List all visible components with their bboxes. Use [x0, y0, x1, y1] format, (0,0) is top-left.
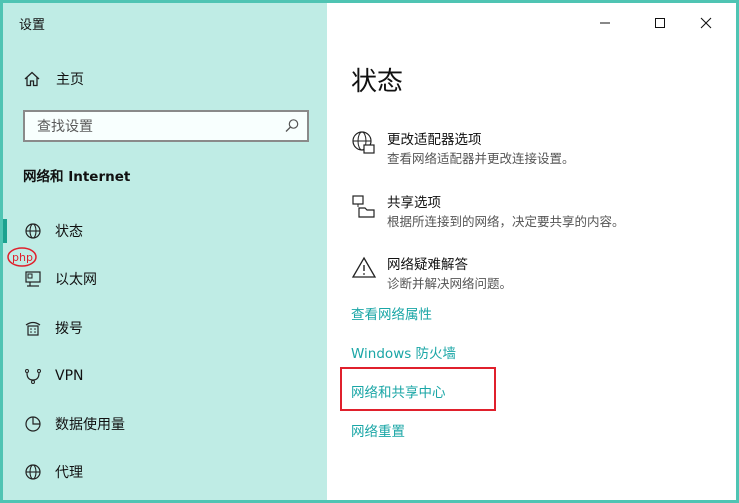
- option-troubleshoot[interactable]: 网络疑难解答 诊断并解决网络问题。: [351, 253, 731, 297]
- network-adapter-icon: [351, 130, 377, 156]
- sidebar-item-label: 代理: [55, 465, 83, 481]
- sidebar: 设置 主页 网络和 Internet 状态 以太网: [3, 3, 327, 500]
- sidebar-item-label: VPN: [55, 368, 84, 384]
- warning-icon: [351, 255, 377, 281]
- sharing-icon: [351, 193, 377, 219]
- link-windows-firewall[interactable]: Windows 防火墙: [351, 342, 456, 362]
- close-icon: [700, 14, 712, 33]
- option-desc: 根据所连接到的网络，决定要共享的内容。: [387, 214, 625, 229]
- dialup-icon: [23, 318, 43, 338]
- link-network-reset[interactable]: 网络重置: [351, 420, 405, 440]
- globe-icon: [23, 221, 43, 241]
- selection-indicator: [3, 460, 7, 484]
- maximize-icon: [654, 14, 666, 33]
- search-icon[interactable]: [283, 117, 301, 135]
- home-icon: [23, 70, 41, 88]
- sidebar-item-label: 数据使用量: [55, 417, 125, 433]
- close-button[interactable]: [694, 11, 718, 35]
- page-title: 状态: [351, 67, 404, 97]
- selection-indicator: [3, 219, 7, 243]
- window-title: 设置: [19, 18, 46, 33]
- search-box[interactable]: [23, 110, 309, 142]
- sidebar-item-proxy[interactable]: 代理: [3, 453, 327, 491]
- selection-indicator: [3, 412, 7, 436]
- sidebar-item-vpn[interactable]: VPN: [3, 357, 327, 395]
- link-network-sharing-center[interactable]: 网络和共享中心: [351, 381, 446, 401]
- content-pane: 状态 更改适配器选项 查看网络适配器并更改连接设置。 共享选项 根据所连接到的网…: [327, 3, 736, 500]
- svg-text:php: php: [12, 251, 33, 264]
- sidebar-item-label: 拨号: [55, 321, 83, 337]
- search-input[interactable]: [35, 116, 279, 138]
- option-title: 网络疑难解答: [387, 257, 468, 273]
- maximize-button[interactable]: [648, 11, 672, 35]
- sidebar-item-dialup[interactable]: 拨号: [3, 309, 327, 347]
- minimize-button[interactable]: [593, 11, 617, 35]
- watermark-logo: php: [6, 243, 86, 273]
- data-usage-icon: [23, 414, 43, 434]
- selection-indicator: [3, 364, 7, 388]
- option-sharing[interactable]: 共享选项 根据所连接到的网络，决定要共享的内容。: [351, 191, 731, 235]
- selection-indicator: [3, 316, 7, 340]
- option-title: 共享选项: [387, 195, 441, 211]
- proxy-globe-icon: [23, 462, 43, 482]
- sidebar-item-label: 状态: [55, 224, 83, 240]
- option-desc: 查看网络适配器并更改连接设置。: [387, 151, 575, 166]
- settings-window: 设置 主页 网络和 Internet 状态 以太网: [3, 3, 736, 500]
- vpn-icon: [23, 366, 43, 386]
- nav-home-label: 主页: [56, 72, 84, 88]
- option-title: 更改适配器选项: [387, 132, 482, 148]
- option-change-adapter[interactable]: 更改适配器选项 查看网络适配器并更改连接设置。: [351, 128, 731, 172]
- nav-home[interactable]: 主页: [23, 67, 303, 91]
- section-title: 网络和 Internet: [23, 169, 131, 185]
- link-view-network-properties[interactable]: 查看网络属性: [351, 303, 432, 323]
- sidebar-item-data-usage[interactable]: 数据使用量: [3, 405, 327, 443]
- option-desc: 诊断并解决网络问题。: [387, 276, 513, 291]
- minimize-icon: [599, 14, 611, 33]
